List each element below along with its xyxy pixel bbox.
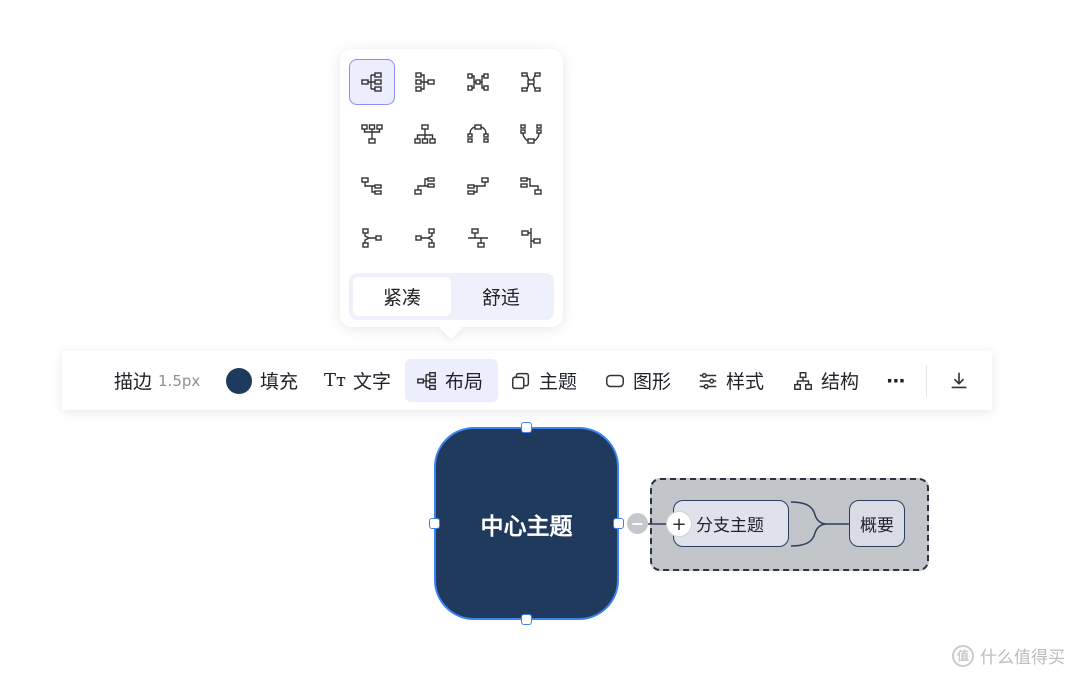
stroke-width-value: 1.5px bbox=[158, 371, 201, 390]
fill-color-swatch bbox=[226, 367, 252, 394]
layout-mindmap-tree-button[interactable] bbox=[508, 59, 554, 105]
layout-fish-left-icon bbox=[415, 228, 435, 248]
layout-logic-right-button[interactable] bbox=[349, 59, 395, 105]
toolbar-divider bbox=[926, 365, 927, 397]
layout-org-down-icon bbox=[414, 124, 436, 144]
topic-label: 主题 bbox=[539, 371, 578, 393]
layout-tree-down-button[interactable] bbox=[508, 111, 554, 157]
layout-stair-right-up-button[interactable] bbox=[402, 163, 448, 209]
layout-stair-left-down-icon bbox=[520, 177, 542, 195]
resize-handle-right[interactable] bbox=[613, 518, 624, 529]
more-icon: ··· bbox=[886, 369, 906, 392]
resize-handle-bottom[interactable] bbox=[521, 614, 532, 625]
style-sliders-icon bbox=[697, 370, 719, 392]
spacing-compact-option[interactable]: 紧凑 bbox=[353, 277, 451, 316]
resize-handle-left[interactable] bbox=[429, 518, 440, 529]
layout-tree-arc-icon bbox=[467, 124, 489, 143]
layout-stair-right-up-icon bbox=[414, 177, 435, 195]
summary-brace-icon bbox=[790, 501, 849, 547]
layout-stair-left-up-icon bbox=[467, 177, 489, 195]
layout-stair-right-down-icon bbox=[361, 177, 382, 195]
layout-tree-down-icon bbox=[520, 124, 542, 144]
structure-label: 结构 bbox=[821, 371, 860, 393]
layout-icon bbox=[416, 370, 438, 392]
text-button[interactable]: Tт 文字 bbox=[324, 359, 391, 402]
layout-org-up-button[interactable] bbox=[349, 111, 395, 157]
structure-tree-icon bbox=[792, 370, 814, 392]
spacing-toggle: 紧凑 舒适 bbox=[349, 273, 554, 320]
layout-timeline-h-button[interactable] bbox=[455, 215, 501, 261]
layout-org-up-icon bbox=[361, 124, 383, 144]
layout-label: 布局 bbox=[445, 371, 484, 393]
text-label: 文字 bbox=[352, 371, 391, 393]
download-icon bbox=[948, 370, 970, 392]
layout-fish-right-icon bbox=[362, 228, 382, 248]
text-format-icon: Tт bbox=[324, 370, 346, 391]
layout-timeline-v-button[interactable] bbox=[508, 215, 554, 261]
shape-button[interactable]: 图形 bbox=[604, 359, 671, 402]
add-subtopic-button[interactable]: + bbox=[666, 511, 692, 537]
layout-stair-right-down-button[interactable] bbox=[349, 163, 395, 209]
layout-timeline-v-icon bbox=[521, 228, 541, 248]
central-topic-label: 中心主题 bbox=[480, 513, 573, 540]
layout-tree-arc-button[interactable] bbox=[455, 111, 501, 157]
more-button[interactable]: ··· bbox=[886, 359, 906, 402]
summary-topic-label: 概要 bbox=[860, 516, 894, 536]
shape-label: 图形 bbox=[633, 371, 672, 393]
branch-topic-label: 分支主题 bbox=[696, 516, 764, 536]
style-button[interactable]: 样式 bbox=[697, 359, 764, 402]
summary-topic-node[interactable]: 概要 bbox=[849, 500, 905, 547]
layout-stair-left-up-button[interactable] bbox=[455, 163, 501, 209]
layout-logic-both-button[interactable] bbox=[402, 59, 448, 105]
topic-stack-icon bbox=[510, 370, 532, 392]
layout-stair-left-down-button[interactable] bbox=[508, 163, 554, 209]
stroke-button[interactable]: 描边 1.5px bbox=[114, 359, 200, 402]
central-topic-node[interactable]: 中心主题 bbox=[434, 427, 619, 620]
layout-org-down-button[interactable] bbox=[402, 111, 448, 157]
resize-handle-top[interactable] bbox=[521, 422, 532, 433]
layout-button[interactable]: 布局 bbox=[405, 359, 498, 402]
layout-logic-right-icon bbox=[361, 72, 382, 92]
spacing-comfortable-option[interactable]: 舒适 bbox=[452, 277, 550, 316]
download-button[interactable] bbox=[948, 359, 977, 402]
style-label: 样式 bbox=[726, 371, 765, 393]
layout-logic-both-icon bbox=[415, 72, 435, 92]
shape-rect-icon bbox=[604, 370, 626, 392]
fill-label: 填充 bbox=[260, 371, 299, 393]
watermark: 值 什么值得买 bbox=[952, 643, 1065, 668]
layout-mindmap-both-button[interactable] bbox=[455, 59, 501, 105]
add-icon: + bbox=[671, 513, 687, 535]
stroke-label: 描边 bbox=[114, 371, 153, 393]
watermark-logo: 值 bbox=[952, 644, 974, 667]
layout-mindmap-tree-icon bbox=[521, 72, 541, 92]
watermark-text: 什么值得买 bbox=[980, 648, 1065, 668]
layout-timeline-h-icon bbox=[468, 228, 488, 248]
structure-button[interactable]: 结构 bbox=[792, 359, 859, 402]
fill-button[interactable]: 填充 bbox=[226, 359, 298, 402]
layout-fish-left-button[interactable] bbox=[402, 215, 448, 261]
layout-fish-right-button[interactable] bbox=[349, 215, 395, 261]
layout-mindmap-both-icon bbox=[467, 73, 489, 91]
topic-button[interactable]: 主题 bbox=[510, 359, 577, 402]
node-toolbar: 描边 1.5px 填充 Tт 文字 布局 主题 图形 样式 结构 ··· bbox=[62, 351, 992, 410]
